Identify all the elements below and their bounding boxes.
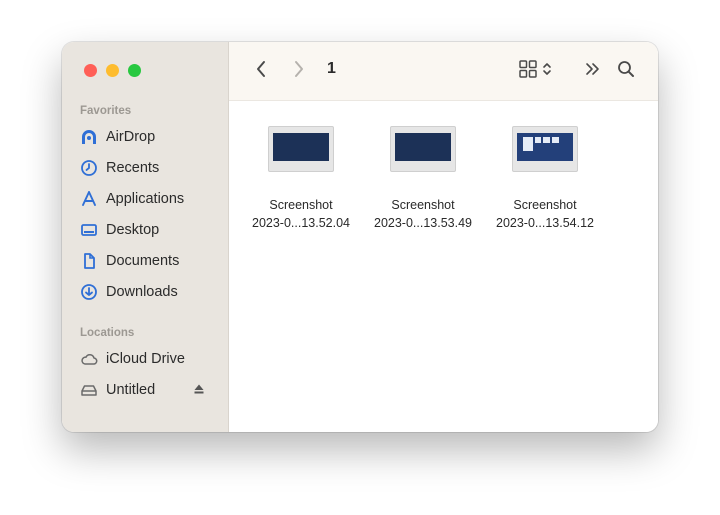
file-name: Screenshot 2023-0...13.54.12 [496, 198, 594, 230]
chevron-left-icon [255, 59, 267, 84]
sidebar: Favorites AirDrop Recents Applications D… [62, 42, 229, 432]
favorites-list: AirDrop Recents Applications Desktop Doc… [62, 121, 228, 307]
sidebar-item-recents[interactable]: Recents [62, 152, 228, 183]
sidebar-item-icloud-drive[interactable]: iCloud Drive [62, 343, 228, 374]
sidebar-item-label: AirDrop [106, 128, 156, 145]
file-item[interactable]: Screenshot 2023-0...13.54.12 [483, 126, 607, 232]
more-toolbar-button[interactable] [583, 59, 603, 83]
file-item[interactable]: Screenshot 2023-0...13.53.49 [361, 126, 485, 232]
sidebar-item-downloads[interactable]: Downloads [62, 276, 228, 307]
double-chevron-right-icon [584, 61, 602, 82]
sidebar-item-label: Untitled [106, 381, 156, 398]
sidebar-item-label: Recents [106, 159, 160, 176]
grid-view-icon [518, 59, 538, 84]
minimize-button[interactable] [106, 64, 119, 77]
sidebar-item-airdrop[interactable]: AirDrop [62, 121, 228, 152]
locations-list: iCloud Drive Untitled [62, 343, 228, 405]
view-mode-button[interactable] [515, 59, 555, 83]
folder-title: 1 [327, 60, 336, 77]
file-name: Screenshot 2023-0...13.53.49 [374, 198, 472, 230]
file-item[interactable]: Screenshot 2023-0...13.52.04 [239, 126, 363, 232]
window-controls [84, 64, 141, 77]
file-name: Screenshot 2023-0...13.52.04 [252, 198, 350, 230]
close-button[interactable] [84, 64, 97, 77]
sidebar-item-label: Downloads [106, 283, 178, 300]
sidebar-item-documents[interactable]: Documents [62, 245, 228, 276]
search-icon [616, 59, 636, 84]
sidebar-item-desktop[interactable]: Desktop [62, 214, 228, 245]
sidebar-item-label: Documents [106, 252, 180, 269]
back-button[interactable] [251, 59, 271, 83]
chevron-updown-icon [542, 61, 552, 82]
drive-icon [80, 381, 98, 399]
sidebar-item-untitled[interactable]: Untitled [62, 374, 228, 405]
forward-button[interactable] [289, 59, 309, 83]
clock-icon [80, 159, 98, 177]
sidebar-item-label: iCloud Drive [106, 350, 185, 367]
favorites-section-title: Favorites [80, 105, 132, 117]
eject-icon[interactable] [192, 382, 206, 396]
toolbar: 1 [229, 42, 658, 101]
file-thumbnail [268, 126, 334, 172]
sidebar-item-label: Applications [106, 190, 185, 207]
desktop-icon [80, 221, 98, 239]
file-thumbnail [512, 126, 578, 172]
sidebar-item-applications[interactable]: Applications [62, 183, 228, 214]
main-content: 1 Screenshot 2023-0...13.52.04 Screensho… [229, 42, 658, 432]
sidebar-item-label: Desktop [106, 221, 160, 238]
applications-icon [80, 190, 98, 208]
airdrop-icon [80, 128, 98, 146]
cloud-icon [80, 350, 98, 368]
file-thumbnail [390, 126, 456, 172]
search-button[interactable] [615, 59, 637, 83]
locations-section-title: Locations [80, 327, 135, 339]
finder-window: Favorites AirDrop Recents Applications D… [62, 42, 658, 432]
chevron-right-icon [293, 59, 305, 84]
zoom-button[interactable] [128, 64, 141, 77]
document-icon [80, 252, 98, 270]
download-icon [80, 283, 98, 301]
